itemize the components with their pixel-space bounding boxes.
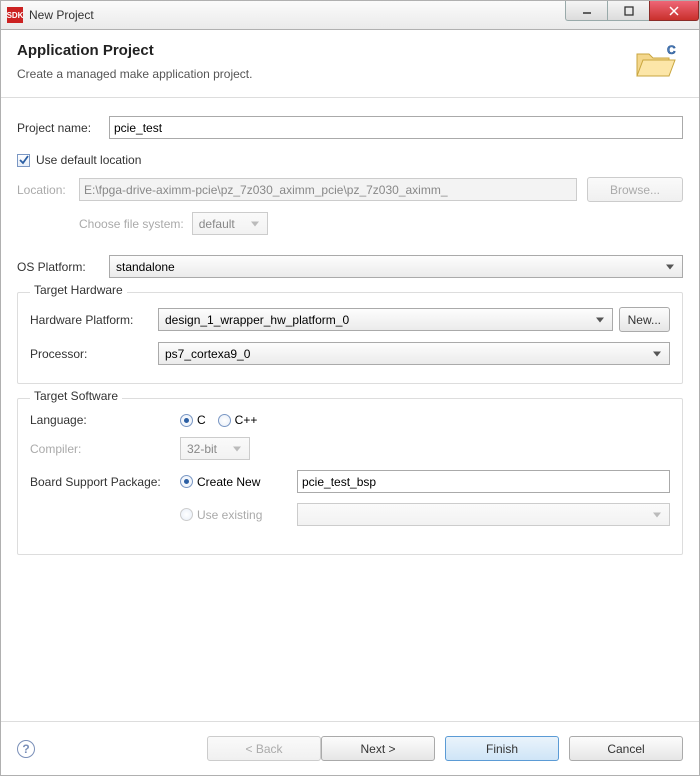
language-c-radio[interactable] xyxy=(180,414,193,427)
window-title: New Project xyxy=(29,8,94,22)
hardware-platform-label: Hardware Platform: xyxy=(30,313,158,327)
chevron-down-icon xyxy=(653,512,661,517)
maximize-button[interactable] xyxy=(607,1,649,21)
compiler-select: 32-bit xyxy=(180,437,250,460)
bsp-name-input[interactable] xyxy=(297,470,670,493)
compiler-label: Compiler: xyxy=(30,442,180,456)
os-platform-value: standalone xyxy=(116,260,175,274)
location-label: Location: xyxy=(17,183,79,197)
bsp-use-existing-label: Use existing xyxy=(197,508,277,522)
minimize-button[interactable] xyxy=(565,1,607,21)
use-default-location-label: Use default location xyxy=(36,153,141,167)
language-cpp-label: C++ xyxy=(235,413,258,427)
choose-filesystem-label: Choose file system: xyxy=(79,217,184,231)
target-hardware-group: Target Hardware Hardware Platform: desig… xyxy=(17,292,683,384)
page-subtitle: Create a managed make application projec… xyxy=(17,67,683,81)
titlebar: SDK New Project xyxy=(0,0,700,30)
bsp-label: Board Support Package: xyxy=(30,475,180,489)
wizard-header: Application Project Create a managed mak… xyxy=(1,30,699,98)
project-name-input[interactable] xyxy=(109,116,683,139)
next-button[interactable]: Next > xyxy=(321,736,435,761)
window-controls xyxy=(565,1,699,21)
processor-select[interactable]: ps7_cortexa9_0 xyxy=(158,342,670,365)
new-hardware-button[interactable]: New... xyxy=(619,307,670,332)
bsp-create-new-label: Create New xyxy=(197,475,277,489)
target-software-group: Target Software Language: C C++ Compiler… xyxy=(17,398,683,555)
processor-label: Processor: xyxy=(30,347,158,361)
os-platform-select[interactable]: standalone xyxy=(109,255,683,278)
target-hardware-legend: Target Hardware xyxy=(30,283,127,297)
back-button: < Back xyxy=(207,736,321,761)
chevron-down-icon xyxy=(596,317,604,322)
bsp-existing-select xyxy=(297,503,670,526)
chevron-down-icon xyxy=(251,221,259,226)
close-button[interactable] xyxy=(649,1,699,21)
choose-filesystem-select: default xyxy=(192,212,268,235)
c-project-icon: C xyxy=(633,40,679,83)
chevron-down-icon xyxy=(653,351,661,356)
language-cpp-radio[interactable] xyxy=(218,414,231,427)
use-default-location-checkbox[interactable] xyxy=(17,154,30,167)
bsp-create-new-radio[interactable] xyxy=(180,475,193,488)
browse-button: Browse... xyxy=(587,177,683,202)
chevron-down-icon xyxy=(666,264,674,269)
app-icon: SDK xyxy=(7,7,23,23)
compiler-value: 32-bit xyxy=(187,442,217,456)
language-label: Language: xyxy=(30,413,180,427)
hardware-platform-select[interactable]: design_1_wrapper_hw_platform_0 xyxy=(158,308,613,331)
cancel-button[interactable]: Cancel xyxy=(569,736,683,761)
page-title: Application Project xyxy=(17,42,683,59)
project-name-label: Project name: xyxy=(17,121,109,135)
target-software-legend: Target Software xyxy=(30,389,122,403)
hardware-platform-value: design_1_wrapper_hw_platform_0 xyxy=(165,313,349,327)
language-c-label: C xyxy=(197,413,206,427)
svg-text:C: C xyxy=(667,43,676,57)
bsp-use-existing-radio xyxy=(180,508,193,521)
finish-button[interactable]: Finish xyxy=(445,736,559,761)
processor-value: ps7_cortexa9_0 xyxy=(165,347,250,361)
location-input xyxy=(79,178,577,201)
chevron-down-icon xyxy=(233,446,241,451)
help-icon[interactable]: ? xyxy=(17,740,35,758)
wizard-footer: ? < Back Next > Finish Cancel xyxy=(1,721,699,775)
os-platform-label: OS Platform: xyxy=(17,260,109,274)
choose-filesystem-value: default xyxy=(199,217,235,231)
